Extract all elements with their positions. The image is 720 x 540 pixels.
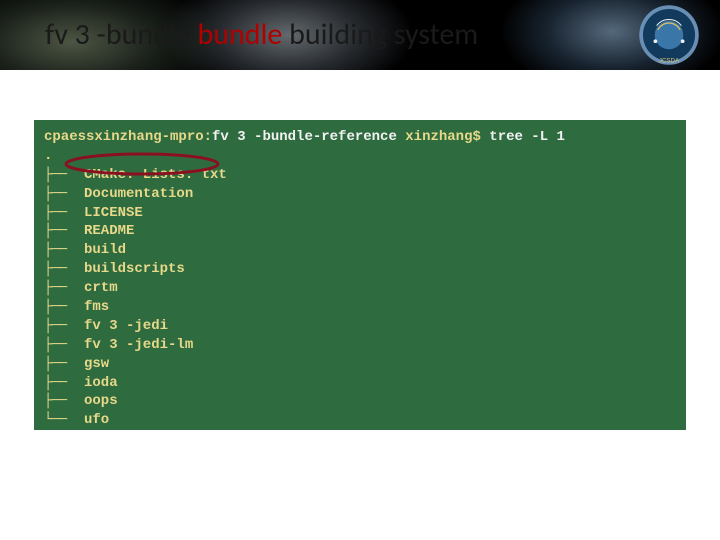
prompt-line: cpaessxinzhang-mpro:fv 3 -bundle-referen… (44, 128, 676, 147)
tree-line: ├──LICENSE (44, 204, 676, 223)
slide-header: fv 3 -bundle bundle building system JCSD… (0, 0, 720, 70)
tree-entry: crtm (84, 279, 118, 298)
title-part-1: fv 3 -bundle (45, 16, 198, 53)
tree-entry: build (84, 241, 126, 260)
prompt-user: xinzhang$ (397, 129, 489, 145)
tree-branch-icon: ├── (44, 260, 84, 279)
title-part-3: building system (282, 16, 478, 53)
tree-entry: ioda (84, 374, 118, 393)
tree-line: ├──build (44, 241, 676, 260)
tree-entry: CMake. Lists. txt (84, 166, 227, 185)
tree-branch-icon: └── (44, 411, 84, 430)
tree-entry: README (84, 222, 134, 241)
tree-entry: buildscripts (84, 260, 185, 279)
tree-entry: ufo (84, 411, 109, 430)
tree-branch-icon: ├── (44, 392, 84, 411)
tree-line: ├──buildscripts (44, 260, 676, 279)
tree-line: ├──fv 3 -jedi (44, 317, 676, 336)
tree-line: ├──fv 3 -jedi-lm (44, 336, 676, 355)
tree-entry: LICENSE (84, 204, 143, 223)
tree-line: ├──fms (44, 298, 676, 317)
tree-branch-icon: ├── (44, 204, 84, 223)
tree-branch-icon: ├── (44, 355, 84, 374)
slide-title: fv 3 -bundle bundle building system (45, 16, 478, 53)
tree-line: ├──crtm (44, 279, 676, 298)
tree-entry: Documentation (84, 185, 193, 204)
tree-line: ├──ioda (44, 374, 676, 393)
tree-line: ├──Documentation (44, 185, 676, 204)
tree-branch-icon: ├── (44, 241, 84, 260)
tree-branch-icon: ├── (44, 166, 84, 185)
tree-branch-icon: ├── (44, 279, 84, 298)
tree-entry: oops (84, 392, 118, 411)
command-text: tree -L 1 (489, 129, 565, 145)
tree-branch-icon: ├── (44, 317, 84, 336)
tree-line: ├──CMake. Lists. txt (44, 166, 676, 185)
tree-line: └──ufo (44, 411, 676, 430)
tree-entry: fms (84, 298, 109, 317)
tree-root: . (44, 147, 676, 166)
prompt-dir: fv 3 -bundle-reference (212, 129, 397, 145)
svg-text:JCSDA: JCSDA (659, 57, 680, 64)
tree-branch-icon: ├── (44, 336, 84, 355)
jcsda-logo: JCSDA (638, 4, 700, 66)
tree-listing: ├──CMake. Lists. txt├──Documentation├──L… (44, 166, 676, 430)
terminal-window: cpaessxinzhang-mpro:fv 3 -bundle-referen… (34, 120, 686, 430)
tree-branch-icon: ├── (44, 222, 84, 241)
tree-branch-icon: ├── (44, 374, 84, 393)
tree-branch-icon: ├── (44, 185, 84, 204)
tree-line: ├──oops (44, 392, 676, 411)
tree-entry: fv 3 -jedi (84, 317, 168, 336)
tree-line: ├──README (44, 222, 676, 241)
prompt-host: cpaessxinzhang-mpro: (44, 129, 212, 145)
tree-branch-icon: ├── (44, 298, 84, 317)
title-part-red: bundle (198, 16, 283, 53)
tree-entry: fv 3 -jedi-lm (84, 336, 193, 355)
tree-line: ├──gsw (44, 355, 676, 374)
tree-entry: gsw (84, 355, 109, 374)
